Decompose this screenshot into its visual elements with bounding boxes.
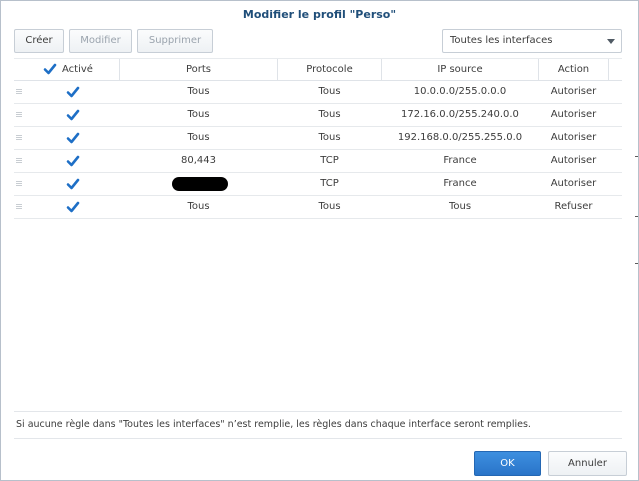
- checkbox-checked-icon[interactable]: [66, 85, 80, 99]
- column-header-protocol[interactable]: Protocole: [278, 59, 382, 80]
- redacted-ports: [172, 177, 228, 191]
- interfaces-hint-text: Si aucune règle dans "Toutes les interfa…: [14, 411, 622, 439]
- cell-ports: Tous: [187, 201, 210, 212]
- drag-handle-icon[interactable]: [16, 181, 22, 187]
- table-row[interactable]: 80,443 TCP France Autoriser: [14, 150, 622, 173]
- cell-source-ip: France: [443, 178, 477, 189]
- drag-handle-icon[interactable]: [16, 135, 22, 141]
- cancel-button[interactable]: Annuler: [548, 451, 627, 476]
- ok-button[interactable]: OK: [474, 451, 541, 476]
- checkbox-checked-icon[interactable]: [66, 108, 80, 122]
- cell-action: Autoriser: [550, 178, 597, 189]
- cell-protocol: Tous: [318, 132, 341, 143]
- cell-ports: Tous: [187, 109, 210, 120]
- table-row[interactable]: Tous Tous 10.0.0.0/255.0.0.0 Autoriser: [14, 81, 622, 104]
- table-row[interactable]: TCP France Autoriser: [14, 173, 622, 196]
- table-row[interactable]: Tous Tous 192.168.0.0/255.255.0.0 Autoriser: [14, 127, 622, 150]
- window-edge-mark: [635, 263, 638, 264]
- column-header-ports[interactable]: Ports: [120, 59, 278, 80]
- delete-button[interactable]: Supprimer: [137, 29, 213, 53]
- cell-protocol: TCP: [320, 178, 339, 189]
- column-header-action[interactable]: Action: [539, 59, 609, 80]
- cell-ports: Tous: [187, 86, 210, 97]
- cell-source-ip: Tous: [448, 201, 472, 212]
- create-button[interactable]: Créer: [14, 29, 64, 53]
- cell-protocol: Tous: [318, 201, 341, 212]
- table-row[interactable]: Tous Tous 172.16.0.0/255.240.0.0 Autoriser: [14, 104, 622, 127]
- cell-action: Autoriser: [550, 86, 597, 97]
- drag-handle-icon[interactable]: [16, 204, 22, 210]
- edit-profile-dialog: Modifier le profil "Perso" Créer Modifie…: [0, 0, 639, 481]
- rules-table: Activé Ports Protocole IP source Action …: [14, 58, 622, 219]
- dialog-title: Modifier le profil "Perso": [242, 8, 397, 21]
- cell-action: Autoriser: [550, 109, 597, 120]
- drag-handle-icon[interactable]: [16, 158, 22, 164]
- cell-protocol: Tous: [318, 109, 341, 120]
- window-edge-mark: [635, 216, 638, 217]
- checkbox-checked-icon[interactable]: [66, 200, 80, 214]
- cell-protocol: TCP: [320, 155, 339, 166]
- drag-handle-icon[interactable]: [16, 112, 22, 118]
- checkbox-checked-icon[interactable]: [66, 177, 80, 191]
- window-edge-mark: [635, 156, 638, 157]
- cell-source-ip: 192.168.0.0/255.255.0.0: [397, 132, 523, 143]
- checkbox-checked-icon[interactable]: [43, 62, 57, 76]
- table-header: Activé Ports Protocole IP source Action: [14, 58, 622, 81]
- column-header-enabled[interactable]: Activé: [14, 59, 120, 80]
- table-body: Tous Tous 10.0.0.0/255.0.0.0 Autoriser Tous T…: [14, 81, 622, 219]
- cell-action: Refuser: [554, 201, 593, 212]
- interface-select-value: Toutes les interfaces: [450, 35, 553, 46]
- cell-action: Autoriser: [550, 132, 597, 143]
- cell-ports: 80,443: [181, 155, 216, 166]
- edit-button[interactable]: Modifier: [69, 29, 132, 53]
- checkbox-checked-icon[interactable]: [66, 131, 80, 145]
- cell-protocol: Tous: [318, 86, 341, 97]
- drag-handle-icon[interactable]: [16, 89, 22, 95]
- chevron-down-icon: [607, 39, 615, 44]
- cell-source-ip: 172.16.0.0/255.240.0.0: [401, 109, 519, 120]
- column-header-source-ip[interactable]: IP source: [382, 59, 539, 80]
- interface-select[interactable]: Toutes les interfaces: [442, 29, 622, 53]
- cell-ports: Tous: [187, 132, 210, 143]
- column-header-enabled-label: Activé: [62, 64, 93, 75]
- table-row[interactable]: Tous Tous Tous Refuser: [14, 196, 622, 219]
- cell-action: Autoriser: [550, 155, 597, 166]
- cell-source-ip: 10.0.0.0/255.0.0.0: [413, 86, 507, 97]
- checkbox-checked-icon[interactable]: [66, 154, 80, 168]
- cell-source-ip: France: [443, 155, 477, 166]
